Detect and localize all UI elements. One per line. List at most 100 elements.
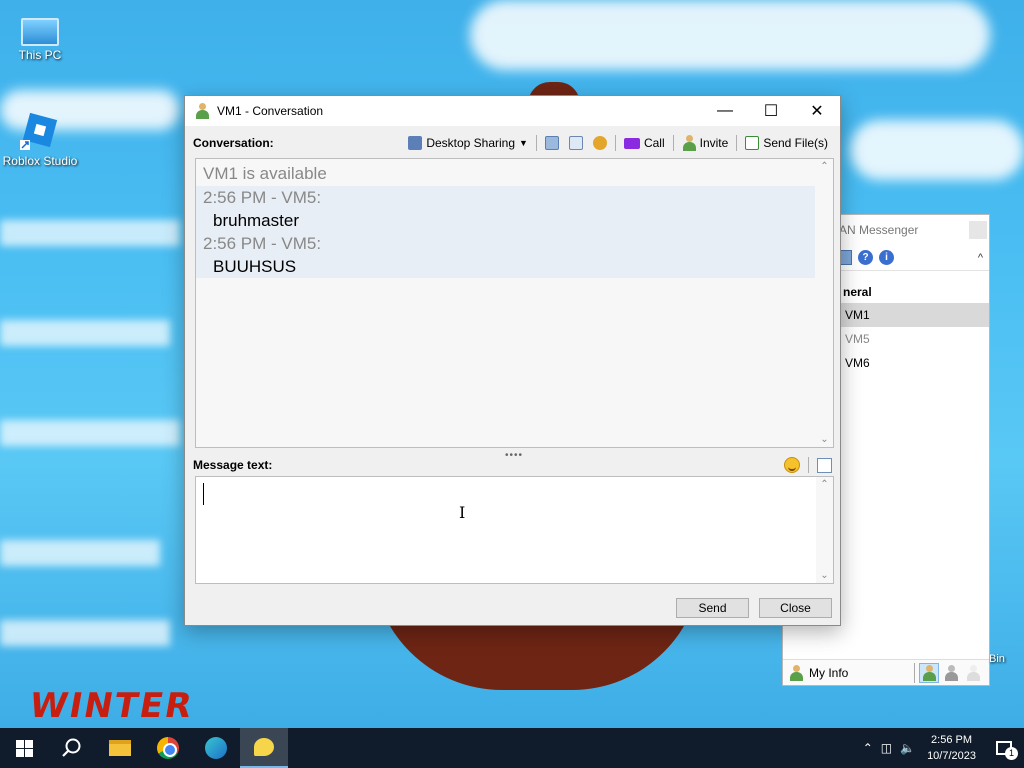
contact-card-icon — [568, 136, 583, 150]
edge-icon — [205, 737, 227, 759]
scroll-down-icon[interactable]: ⌄ — [816, 570, 833, 581]
roblox-studio-icon — [18, 112, 62, 152]
status-buttons — [914, 662, 989, 683]
desktop-icon-roblox-studio[interactable]: Roblox Studio — [0, 112, 80, 168]
cloud — [470, 0, 990, 70]
search-icon — [62, 738, 81, 757]
history-button[interactable] — [541, 132, 563, 154]
taskbar-messenger[interactable] — [240, 728, 288, 768]
message-header: 2:56 PM - VM5: — [203, 188, 322, 207]
message-text: BUUHSUS — [213, 257, 297, 276]
toolbar-separator — [614, 135, 616, 151]
invite-button[interactable]: Invite — [678, 132, 733, 154]
gear-icon — [592, 136, 607, 150]
status-online-button[interactable] — [919, 662, 939, 683]
recycle-bin-label[interactable]: Bin — [989, 653, 1005, 665]
input-scrollbar[interactable]: ⌃ ⌄ — [816, 477, 833, 583]
settings-button[interactable] — [589, 132, 611, 154]
conversation-header: Conversation: Desktop Sharing ▼ Call Inv… — [193, 132, 832, 154]
cloud-stripe — [0, 540, 160, 566]
user-icon — [789, 664, 803, 681]
help-icon[interactable]: ? — [858, 250, 873, 265]
notification-center-button[interactable]: 1 — [984, 728, 1024, 768]
messenger-close-button[interactable] — [969, 221, 987, 239]
message-text: bruhmaster — [213, 211, 299, 230]
video-camera-icon — [623, 137, 640, 149]
start-button[interactable] — [0, 728, 48, 768]
taskbar-chrome[interactable] — [144, 728, 192, 768]
wallpaper-logo: WINTER — [26, 686, 197, 726]
scroll-up-icon[interactable]: ⌃ — [816, 161, 833, 172]
contact-icon — [195, 103, 209, 119]
ibeam-cursor-icon: I — [459, 503, 466, 522]
online-status-icon — [922, 664, 936, 681]
windows-logo-icon — [15, 739, 33, 757]
away-status-icon — [944, 664, 958, 681]
conversation-toolbar: Desktop Sharing ▼ Call Invite Send File(… — [404, 132, 832, 154]
invite-label: Invite — [699, 136, 729, 150]
emoticon-icon[interactable] — [784, 457, 800, 473]
chevron-up-icon[interactable]: ^ — [978, 252, 983, 264]
message-text-label: Message text: — [193, 458, 273, 472]
scroll-up-icon[interactable]: ⌃ — [816, 479, 833, 490]
message-input[interactable]: I ⌃ ⌄ — [195, 476, 834, 584]
call-label: Call — [643, 136, 665, 150]
search-button[interactable] — [48, 728, 96, 768]
chevron-down-icon: ▼ — [519, 138, 528, 148]
history-scrollbar[interactable]: ⌃ ⌄ — [816, 159, 833, 447]
scroll-down-icon[interactable]: ⌄ — [816, 434, 833, 445]
toolbar-separator — [808, 457, 809, 473]
message-header: 2:56 PM - VM5: — [203, 234, 322, 253]
cloud-stripe — [0, 220, 180, 246]
desktop-icon-label: This PC — [18, 48, 62, 62]
conversation-label: Conversation: — [193, 136, 274, 150]
invite-users-icon — [682, 135, 696, 151]
message-header-bar: Message text: — [193, 454, 832, 476]
network-icon[interactable]: ◫ — [877, 741, 896, 755]
book-icon — [544, 136, 559, 150]
text-caret — [203, 483, 204, 505]
send-button[interactable]: Send — [676, 598, 749, 618]
conversation-history[interactable]: VM1 is available 2:56 PM - VM5: bruhmast… — [195, 158, 834, 448]
send-file-icon — [745, 136, 760, 150]
desktop-sharing-button[interactable]: Desktop Sharing ▼ — [404, 132, 532, 154]
clock[interactable]: 2:56 PM 10/7/2023 — [919, 732, 984, 764]
folder-icon — [109, 740, 131, 756]
format-text-icon[interactable] — [817, 457, 832, 473]
cloud — [850, 120, 1024, 180]
notification-count: 1 — [1005, 747, 1018, 760]
call-button[interactable]: Call — [620, 132, 669, 154]
window-title: VM1 - Conversation — [217, 104, 324, 118]
system-tray: ⌃ ◫ 🔈 2:56 PM 10/7/2023 1 — [859, 728, 1024, 768]
availability-status: VM1 is available — [203, 164, 327, 183]
clock-time: 2:56 PM — [931, 734, 973, 746]
computer-icon — [21, 18, 59, 46]
taskbar-file-explorer[interactable] — [96, 728, 144, 768]
desktop-icon-this-pc[interactable]: This PC — [0, 10, 80, 62]
minimize-button[interactable]: — — [702, 96, 748, 126]
contact-info-button[interactable] — [565, 132, 587, 154]
toolbar-separator — [736, 135, 738, 151]
messenger-chat-icon — [254, 738, 274, 756]
show-hidden-icons-chevron-icon[interactable]: ⌃ — [859, 741, 877, 755]
info-icon[interactable]: i — [879, 250, 894, 265]
messenger-footer: My Info — [783, 659, 989, 685]
cloud-stripe — [0, 320, 170, 346]
maximize-button[interactable]: ☐ — [748, 96, 794, 126]
desktop-icon-label: Roblox Studio — [2, 154, 78, 168]
conversation-titlebar[interactable]: VM1 - Conversation — ☐ ✕ — [185, 96, 840, 126]
send-files-button[interactable]: Send File(s) — [741, 132, 832, 154]
toolbar-separator — [535, 135, 537, 151]
taskbar: ⌃ ◫ 🔈 2:56 PM 10/7/2023 1 — [0, 728, 1024, 768]
desktop-sharing-label: Desktop Sharing — [426, 136, 516, 150]
status-offline-button[interactable] — [963, 663, 983, 683]
volume-muted-icon[interactable]: 🔈 — [896, 741, 919, 755]
my-info-link[interactable]: My Info — [809, 666, 848, 680]
close-button[interactable]: Close — [759, 598, 832, 618]
cloud-stripe — [0, 620, 170, 646]
cloud-stripe — [0, 420, 180, 446]
status-away-button[interactable] — [941, 663, 961, 683]
clock-date: 10/7/2023 — [927, 750, 976, 762]
taskbar-edge[interactable] — [192, 728, 240, 768]
close-window-button[interactable]: ✕ — [794, 96, 840, 126]
